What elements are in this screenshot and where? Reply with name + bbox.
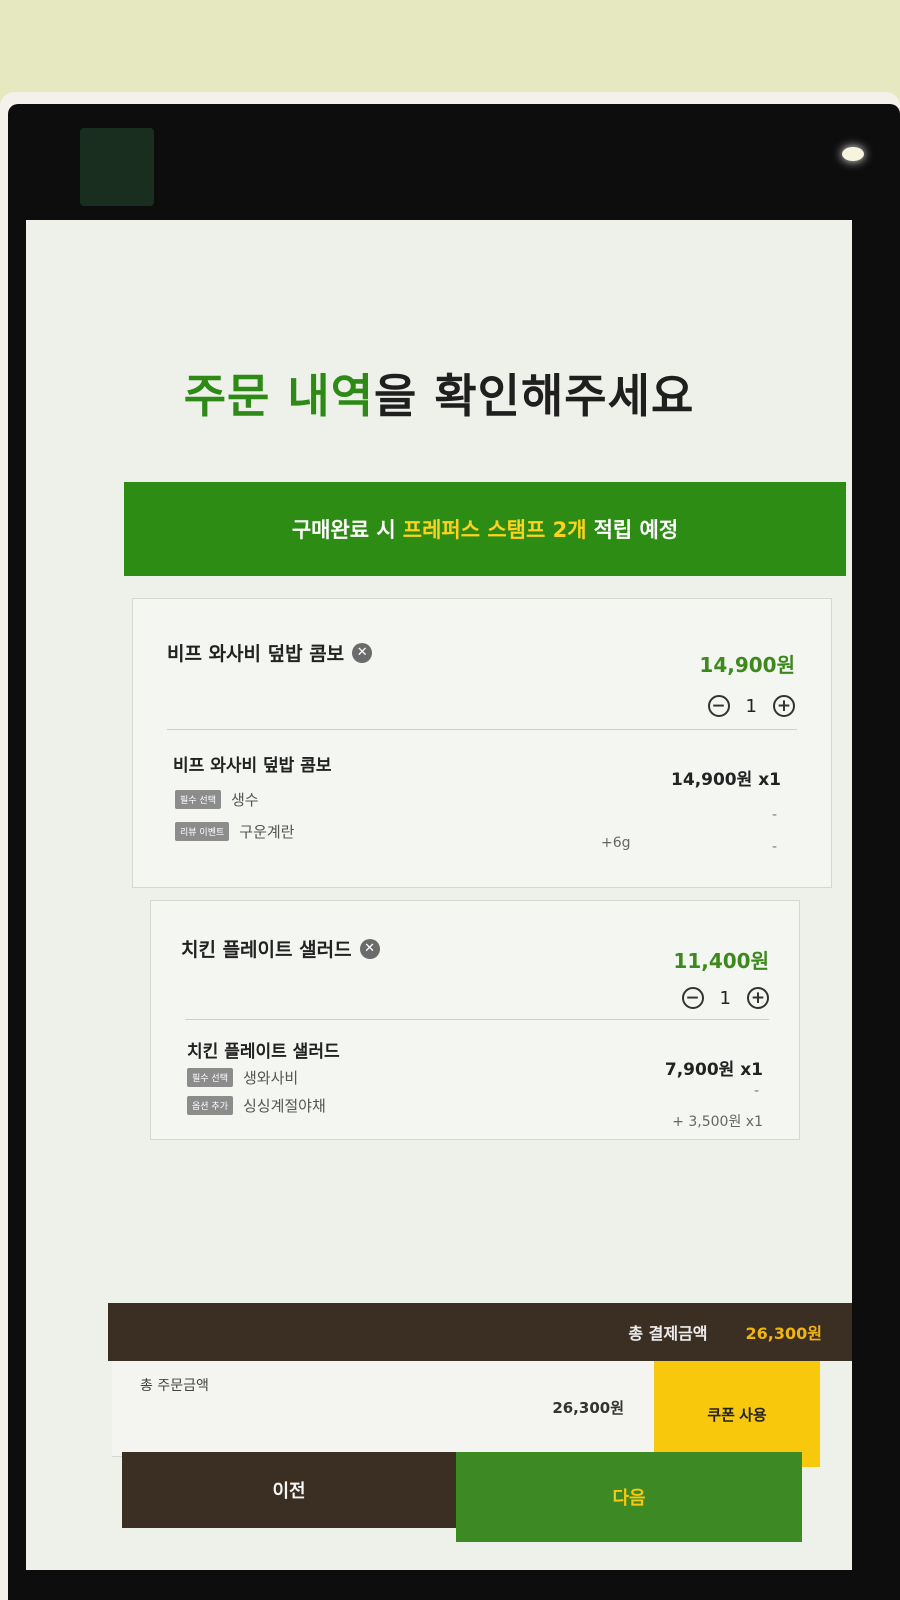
- title-green-word-2: 내역: [287, 369, 375, 423]
- sub-item-name: 치킨 플레이트 샐러드: [187, 1042, 340, 1062]
- item-name: 치킨 플레이트 샐러드: [181, 939, 352, 961]
- page-title: 주문 내역을 확인해주세요: [26, 360, 852, 426]
- prev-button[interactable]: 이전: [122, 1452, 456, 1528]
- option-tag: 리뷰 이벤트: [175, 822, 230, 841]
- title-green-word-1: 주문: [183, 369, 271, 423]
- option-row: 리뷰 이벤트 구운계란: [175, 821, 294, 842]
- order-total-box: 총 주문금액 26,300원: [112, 1361, 654, 1457]
- order-item-card: 치킨 플레이트 샐러드 ✕ 11,400원 − 1 + 치킨 플레이트 샐러드 …: [150, 900, 800, 1140]
- option-value: 생수: [230, 791, 259, 809]
- option-extra: +6g: [601, 835, 631, 851]
- option-tag: 필수 선택: [175, 790, 221, 809]
- order-total-value: 26,300원: [552, 1399, 624, 1417]
- item-name: 비프 와사비 덮밥 콤보: [167, 643, 345, 665]
- sub-item-name: 비프 와사비 덮밥 콤보: [173, 756, 332, 776]
- minus-circle-icon[interactable]: −: [707, 695, 730, 717]
- option-tag: 필수 선택: [187, 1068, 233, 1087]
- order-total-label: 총 주문금액: [140, 1378, 209, 1394]
- banner-highlight: 프레퍼스 스탬프 2개: [402, 518, 587, 542]
- next-button[interactable]: 다음: [456, 1452, 802, 1542]
- item-name-row: 비프 와사비 덮밥 콤보 ✕: [167, 639, 373, 666]
- payment-total-bar: 총 결제금액 26,300원: [108, 1303, 852, 1361]
- title-dark-text: 을 확인해주세요: [374, 369, 695, 423]
- kiosk-screen: 주문 내역을 확인해주세요 구매완료 시 프레퍼스 스탬프 2개 적립 예정 비…: [26, 220, 852, 1570]
- item-divider: [167, 729, 797, 730]
- option-row: 옵션 추가 싱싱계절야채: [187, 1095, 326, 1116]
- remove-item-icon[interactable]: ✕: [352, 642, 373, 663]
- sub-item-price: 14,900원 x1: [671, 770, 781, 790]
- item-price: 11,400원: [673, 949, 769, 973]
- option-price-dash: -: [771, 839, 777, 855]
- quantity-stepper: − 1 +: [681, 987, 769, 1009]
- option-value: 생와사비: [242, 1069, 299, 1087]
- option-tag: 옵션 추가: [187, 1096, 233, 1115]
- item-name-row: 치킨 플레이트 샐러드 ✕: [181, 935, 380, 962]
- plus-circle-icon[interactable]: +: [747, 987, 769, 1009]
- exit-sign-reflection: [80, 128, 154, 206]
- option-value: 구운계란: [239, 823, 295, 841]
- option-value: 싱싱계절야채: [242, 1097, 326, 1115]
- sub-item-price: 7,900원 x1: [664, 1060, 763, 1080]
- item-price: 14,900원: [699, 653, 795, 677]
- option-row: 필수 선택 생와사비: [187, 1067, 298, 1088]
- option-extra: + 3,500원 x1: [672, 1114, 763, 1130]
- option-price-dash: -: [771, 807, 777, 823]
- camera-light: [842, 147, 864, 161]
- quantity-value: 1: [719, 987, 731, 1009]
- item-divider: [185, 1019, 769, 1020]
- option-row: 필수 선택 생수: [175, 789, 259, 810]
- banner-prefix: 구매완료 시: [291, 518, 396, 542]
- stamp-banner: 구매완료 시 프레퍼스 스탬프 2개 적립 예정: [124, 482, 846, 576]
- quantity-value: 1: [745, 695, 757, 717]
- payment-total-label: 총 결제금액: [628, 1324, 708, 1343]
- background-wall: [0, 0, 900, 100]
- plus-circle-icon[interactable]: +: [773, 695, 795, 717]
- order-item-card: 비프 와사비 덮밥 콤보 ✕ 14,900원 − 1 + 비프 와사비 덮밥 콤…: [132, 598, 832, 888]
- banner-suffix: 적립 예정: [593, 518, 679, 542]
- quantity-stepper: − 1 +: [707, 695, 795, 717]
- payment-total-value: 26,300원: [745, 1324, 822, 1343]
- remove-item-icon[interactable]: ✕: [359, 938, 380, 959]
- minus-circle-icon[interactable]: −: [681, 987, 704, 1009]
- option-price-dash: -: [753, 1083, 759, 1099]
